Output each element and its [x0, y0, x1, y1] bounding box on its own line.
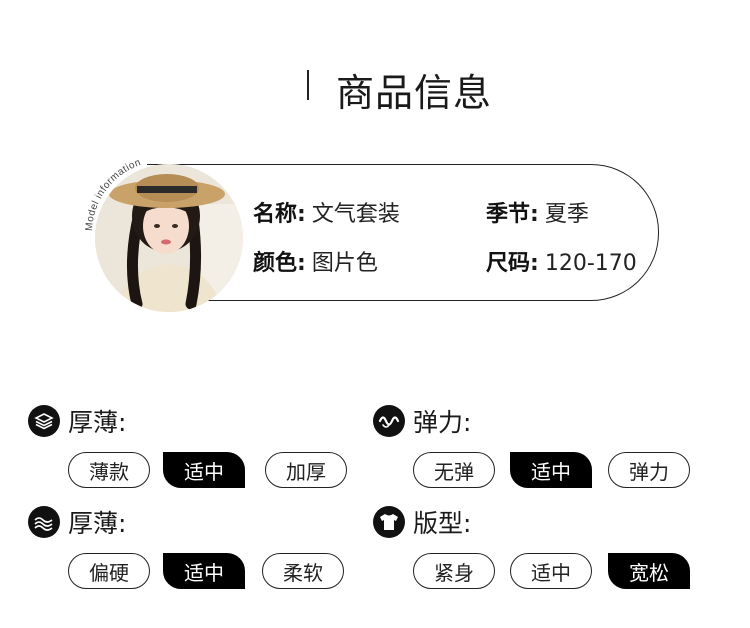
elasticity-heading: 弹力:	[373, 403, 471, 439]
option-soft[interactable]: 柔软	[262, 553, 344, 589]
option-thin[interactable]: 薄款	[68, 452, 150, 488]
fit-heading: 版型:	[373, 504, 471, 540]
layers-icon	[28, 405, 60, 437]
fabric-icon	[28, 506, 60, 538]
size-key: 尺码	[486, 251, 531, 276]
softness-label: 厚薄:	[68, 509, 127, 538]
option-medium-soft-selected[interactable]: 适中	[163, 553, 245, 589]
option-slim[interactable]: 紧身	[413, 553, 495, 589]
option-loose-selected[interactable]: 宽松	[608, 553, 690, 589]
colon: :	[530, 251, 539, 276]
wave-icon	[373, 405, 405, 437]
field-name: 名称 : 文气套装	[253, 196, 400, 228]
colon: :	[530, 202, 539, 227]
field-size: 尺码 : 120-170	[486, 245, 637, 277]
colon: :	[297, 251, 306, 276]
model-badge: Model information	[78, 147, 250, 319]
tshirt-icon	[373, 506, 405, 538]
softness-heading: 厚薄:	[28, 504, 126, 540]
name-value: 文气套装	[311, 202, 400, 227]
field-season: 季节 : 夏季	[486, 196, 589, 228]
option-no-stretch[interactable]: 无弹	[413, 452, 495, 488]
page-title: 商品信息	[336, 71, 493, 115]
option-regular[interactable]: 适中	[510, 553, 592, 589]
option-medium-selected[interactable]: 适中	[163, 452, 245, 488]
field-color: 颜色 : 图片色	[253, 245, 378, 277]
elasticity-label: 弹力:	[413, 408, 472, 437]
season-value: 夏季	[544, 202, 589, 227]
option-medium-stretch-selected[interactable]: 适中	[510, 452, 592, 488]
option-stiff[interactable]: 偏硬	[68, 553, 150, 589]
thickness-label: 厚薄:	[68, 408, 127, 437]
option-stretch[interactable]: 弹力	[608, 452, 690, 488]
color-value: 图片色	[311, 251, 378, 276]
fit-label: 版型:	[413, 509, 472, 538]
model-information-text: Model information	[84, 157, 142, 231]
name-key: 名称	[253, 202, 298, 227]
color-key: 颜色	[253, 251, 298, 276]
model-information-arc: Model information	[84, 157, 143, 231]
colon: :	[297, 202, 306, 227]
option-thick[interactable]: 加厚	[265, 452, 347, 488]
svg-text:Model information: Model information	[84, 157, 143, 231]
size-value: 120-170	[544, 251, 637, 276]
thickness-heading: 厚薄:	[28, 403, 126, 439]
season-key: 季节	[486, 202, 531, 227]
title-divider	[307, 70, 309, 100]
